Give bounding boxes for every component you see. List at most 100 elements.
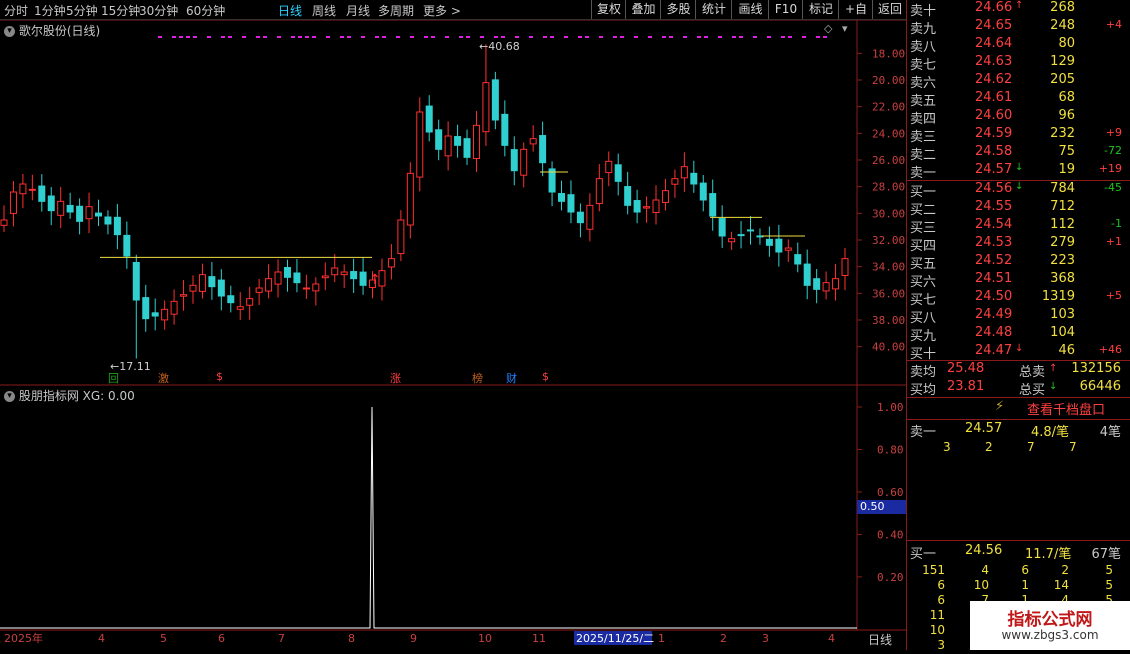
- candle: [94, 212, 102, 217]
- ask-row[interactable]: 卖一 24.57 ↓ 19 +19: [907, 162, 1130, 181]
- toolbar-button[interactable]: 叠加: [625, 0, 661, 19]
- ask-row[interactable]: 卖八 24.64 80: [907, 36, 1130, 55]
- period-tab[interactable]: 月线: [346, 2, 370, 19]
- diamond-icon[interactable]: ◇: [824, 22, 832, 35]
- bid-row[interactable]: 买七 24.50 1319 +5: [907, 289, 1130, 308]
- period-tab[interactable]: 分时: [4, 2, 28, 19]
- bid-row[interactable]: 买十 24.47 ↓ 46 +46: [907, 343, 1130, 362]
- bid-row[interactable]: 买四 24.53 279 +1: [907, 235, 1130, 254]
- y-tick-label: 24.00: [872, 127, 905, 140]
- detail-cell: 6: [937, 578, 945, 592]
- candle: [690, 172, 698, 185]
- chart-area[interactable]: ↑ 40.00 38.00 36.00 34.00 32.00 30.00 28.00 26.…: [0, 19, 906, 650]
- event-marker[interactable]: 回: [108, 370, 119, 386]
- level-volume: 46: [1058, 343, 1075, 358]
- bid-row[interactable]: 买二 24.55 712: [907, 199, 1130, 218]
- signal-dot: [466, 36, 470, 38]
- level-price: 24.65: [975, 18, 1013, 33]
- candle: [104, 216, 112, 225]
- candle: [76, 205, 84, 222]
- bid-row[interactable]: 买六 24.51 368: [907, 271, 1130, 290]
- y-tick-label: 32.00: [872, 234, 905, 247]
- collapse-icon[interactable]: ▾: [4, 391, 15, 402]
- collapse-icon[interactable]: ▾: [4, 26, 15, 37]
- signal-dot: [788, 36, 792, 38]
- x-axis-label: 11: [532, 632, 546, 645]
- detail-cell: 5: [1105, 578, 1113, 592]
- level-change: -45: [1104, 181, 1122, 194]
- candle: [472, 124, 480, 160]
- candle: [425, 105, 433, 133]
- signal-dot: [445, 36, 449, 38]
- toolbar-button[interactable]: +自选: [838, 0, 873, 35]
- toolbar-button[interactable]: 返回: [872, 0, 907, 19]
- period-tab[interactable]: 更多 >: [423, 2, 461, 19]
- signal-dot: [228, 36, 232, 38]
- candle: [765, 238, 773, 246]
- indicator-tick-label: 0.20: [877, 571, 904, 584]
- event-marker[interactable]: 涨: [390, 370, 401, 386]
- period-tab[interactable]: 1分钟: [34, 2, 66, 19]
- change-arrow-icon: ↓: [1015, 181, 1024, 192]
- toolbar-button[interactable]: 统计: [695, 0, 732, 19]
- level-volume: 75: [1058, 144, 1075, 159]
- ask-row[interactable]: 卖六 24.62 205: [907, 72, 1130, 91]
- period-tab[interactable]: 5分钟: [66, 2, 98, 19]
- candle: [586, 204, 594, 230]
- bid-row[interactable]: 买八 24.49 103: [907, 307, 1130, 326]
- signal-dot: [193, 36, 197, 38]
- ask-row[interactable]: 卖九 24.65 248 +4: [907, 18, 1130, 37]
- sub-pane-title: ▾ 股朋指标网 XG: 0.00: [4, 387, 135, 404]
- toolbar-button[interactable]: 画线: [731, 0, 769, 19]
- event-marker[interactable]: $: [542, 370, 549, 383]
- period-tab[interactable]: 多周期: [378, 2, 414, 19]
- event-marker[interactable]: 激: [158, 370, 169, 386]
- toolbar-button[interactable]: 复权: [591, 0, 626, 19]
- period-tab[interactable]: 日线: [278, 2, 302, 19]
- bid-row[interactable]: 买五 24.52 223: [907, 253, 1130, 272]
- toolbar-button[interactable]: 多股: [660, 0, 696, 19]
- bid-row[interactable]: 买九 24.48 104: [907, 325, 1130, 344]
- ask-row[interactable]: 卖十 24.66 ↑ 268: [907, 0, 1130, 19]
- event-marker[interactable]: $: [216, 370, 223, 383]
- candle: [9, 191, 17, 214]
- bid-row[interactable]: 买一 24.56 ↓ 784 -45: [907, 181, 1130, 200]
- order-book-panel: 卖十 24.66 ↑ 268 卖九 24.65 248 +4 卖八 24.64 80 卖七 24.63 1…: [906, 0, 1130, 652]
- period-tab[interactable]: 30分钟: [139, 2, 178, 19]
- period-label[interactable]: 日线: [868, 631, 892, 648]
- candle: [387, 258, 395, 268]
- ask-row[interactable]: 卖三 24.59 232 +9: [907, 126, 1130, 145]
- candle: [718, 218, 726, 237]
- signal-dot: [305, 36, 309, 38]
- collapse-icon[interactable]: ▾: [842, 22, 848, 35]
- period-tab[interactable]: 15分钟: [101, 2, 140, 19]
- event-marker[interactable]: 榜: [472, 370, 483, 386]
- ask-row[interactable]: 卖七 24.63 129: [907, 54, 1130, 73]
- level-price: 24.49: [975, 307, 1013, 322]
- signal-dot: [529, 36, 533, 38]
- period-tab[interactable]: 周线: [312, 2, 336, 19]
- thousand-depth-button[interactable]: ⚡ 查看千档盘口: [907, 398, 1130, 418]
- avg-buy-row: 买均 23.81 总买 ↓ 66446: [910, 379, 1121, 398]
- signal-dot: [543, 36, 547, 38]
- x-axis-label: 5: [160, 632, 167, 645]
- candle: [321, 275, 329, 279]
- toolbar-button[interactable]: F10: [768, 0, 803, 19]
- ask-row[interactable]: 卖四 24.60 96: [907, 108, 1130, 127]
- ask-row[interactable]: 卖二 24.58 75 -72: [907, 144, 1130, 163]
- high-price-label: ←40.68: [479, 40, 520, 53]
- signal-dot: [732, 36, 736, 38]
- ask-row[interactable]: 卖五 24.61 68: [907, 90, 1130, 109]
- signal-dot: [494, 36, 498, 38]
- level-label: 卖五: [910, 94, 937, 109]
- period-tab[interactable]: 60分钟: [186, 2, 225, 19]
- signal-dot: [312, 36, 316, 38]
- toolbar-button[interactable]: 标记: [802, 0, 839, 19]
- event-marker[interactable]: 财: [506, 370, 517, 386]
- kline-chart[interactable]: ↑ 40.00 38.00 36.00 34.00 32.00 30.00 28.00 26.…: [0, 19, 906, 650]
- candle: [576, 211, 584, 224]
- buy1-detail-row: 6 10 1 14 5: [907, 578, 1130, 594]
- signal-dot: [718, 36, 722, 38]
- level-volume: 129: [1050, 54, 1075, 69]
- bid-row[interactable]: 买三 24.54 112 -1: [907, 217, 1130, 236]
